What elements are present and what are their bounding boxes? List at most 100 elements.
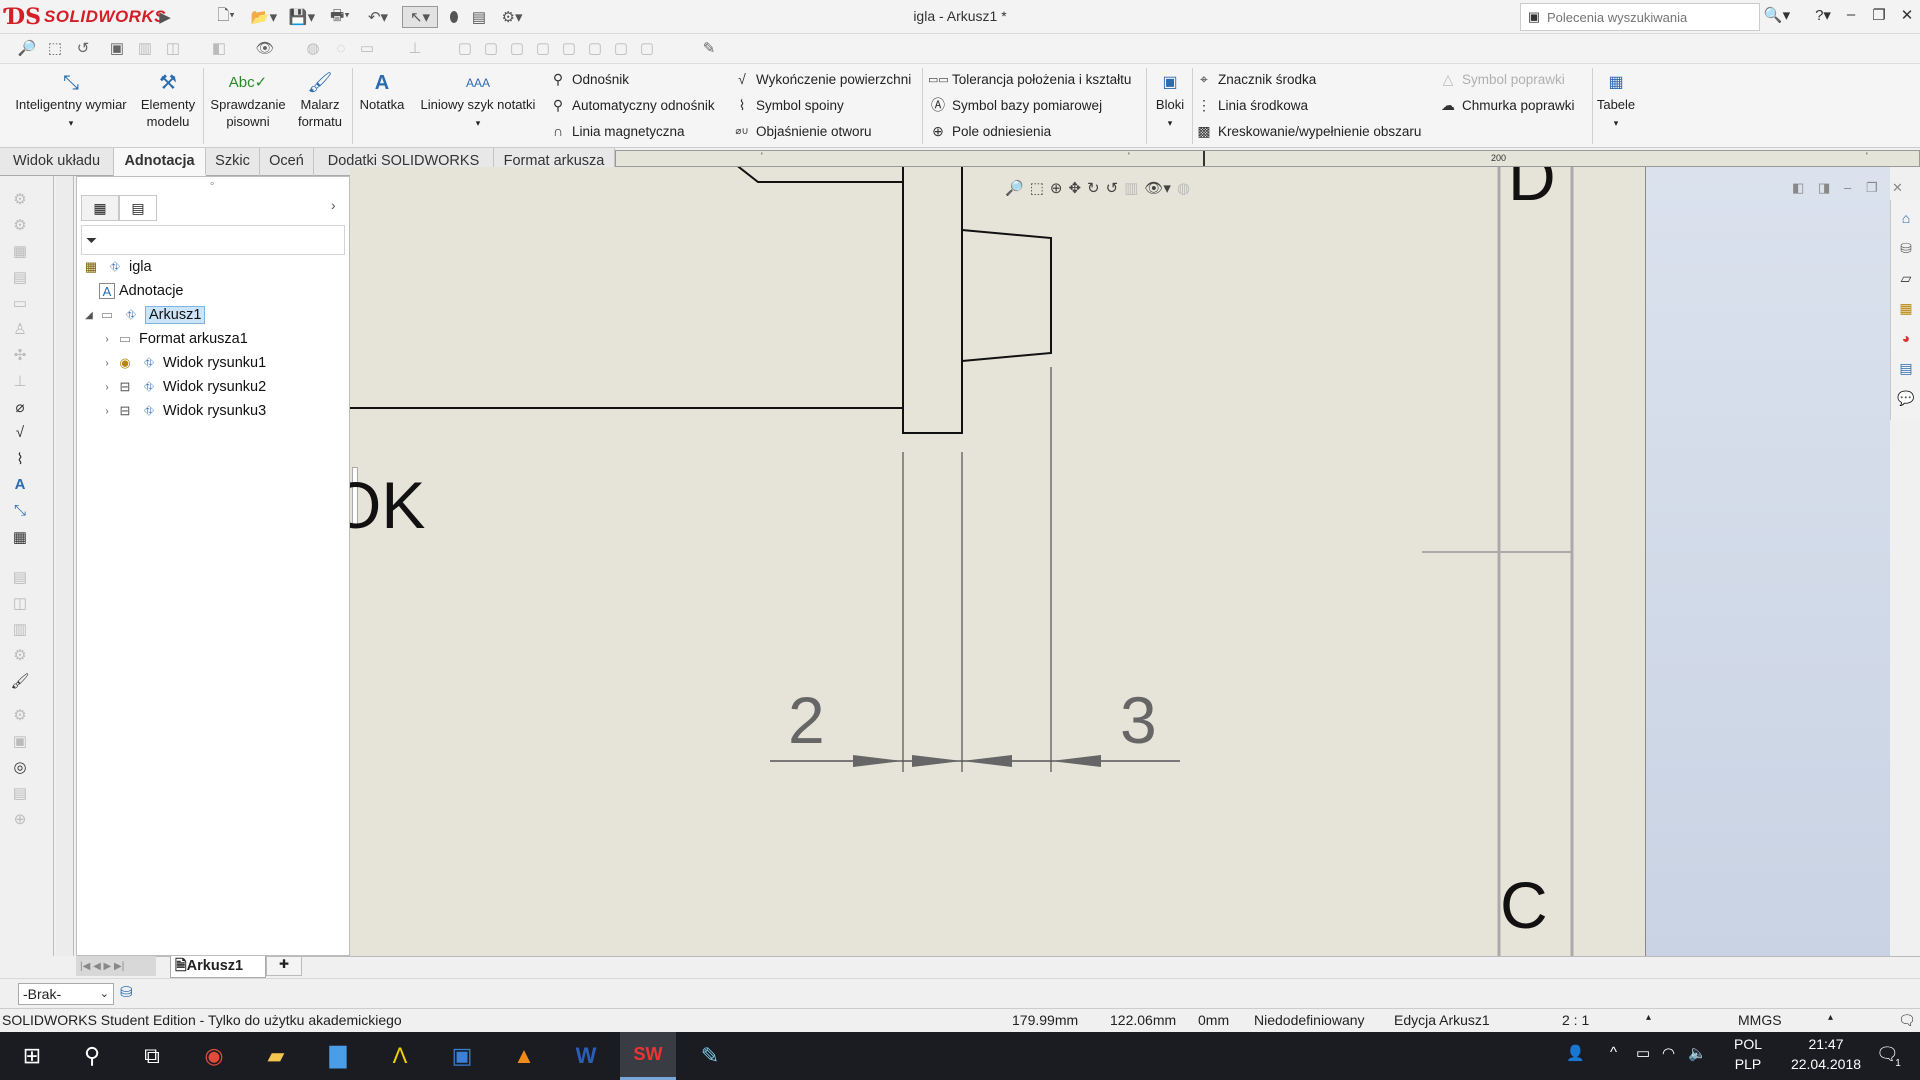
strip-tool-6-icon[interactable]: ♙ <box>8 320 32 342</box>
doc-minimize-icon[interactable]: – <box>1844 180 1851 195</box>
options-gear-icon[interactable]: ⚙▾ <box>494 6 530 28</box>
view-palette-icon[interactable]: ▦ <box>1895 300 1917 322</box>
undo-icon[interactable]: ↶▾ <box>360 6 396 28</box>
tables-button[interactable]: ▦ Tabele ▾ <box>1596 70 1636 132</box>
task-view-icon[interactable]: ⧉ <box>124 1032 180 1080</box>
tree-item-view2[interactable]: › ⊟ ⛗ Widok rysunku2 <box>99 375 266 399</box>
standard-view-8-icon[interactable]: ▢ <box>636 38 658 60</box>
view-tile-icon[interactable]: ◨ <box>1818 180 1830 196</box>
model-items-button[interactable]: ⚒ Elementy modelu <box>140 70 196 130</box>
unit-system[interactable]: MMGS <box>1738 1012 1782 1028</box>
hole-callout-strip-icon[interactable]: ⌀ <box>8 398 32 420</box>
hide-show-items-icon[interactable]: 👁 <box>254 38 276 60</box>
input-language-2[interactable]: PLP <box>1720 1056 1776 1072</box>
standard-view-5-icon[interactable]: ▢ <box>558 38 580 60</box>
area-hatch-button[interactable]: ▩ Kreskowanie/wypełnienie obszaru <box>1194 120 1421 142</box>
strip-tool-16-icon[interactable]: ▤ <box>8 784 32 806</box>
tree-item-sheet1[interactable]: ◢ ▭ ⛗ Arkusz1 <box>81 303 206 327</box>
command-search[interactable]: ▣ <box>1520 3 1760 31</box>
battery-icon[interactable]: ▭ <box>1636 1044 1650 1062</box>
dimension-strip-icon[interactable]: ⤡ <box>8 502 32 524</box>
sheet-tab-arkusz1[interactable]: 🗎Arkusz1 <box>170 956 266 978</box>
forum-icon[interactable]: 💬 <box>1895 390 1917 412</box>
strip-tool-10-icon[interactable]: ◫ <box>8 594 32 616</box>
chevron-down-icon[interactable]: ▾ <box>1168 118 1173 128</box>
search-magnifier-icon[interactable]: 🔍▾ <box>1760 6 1794 28</box>
table-strip-icon[interactable]: ▦ <box>8 528 32 550</box>
camera-view-icon[interactable]: ▣ <box>106 38 128 60</box>
file-explorer-icon[interactable]: ▰ <box>248 1032 304 1080</box>
strip-tool-8-icon[interactable]: ⊥ <box>8 372 32 394</box>
clock-time[interactable]: 21:47 <box>1780 1036 1872 1052</box>
zoom-area-icon[interactable]: ⬚ <box>1030 179 1044 197</box>
close-icon[interactable]: ✕ <box>1894 6 1920 28</box>
standard-view-6-icon[interactable]: ▢ <box>584 38 606 60</box>
menu-expand-arrow-icon[interactable]: ▶ <box>158 6 172 28</box>
format-painter-button[interactable]: 🖌 Malarz formatu <box>292 70 348 130</box>
blocks-button[interactable]: ▣ Bloki ▾ <box>1150 70 1190 132</box>
datum-target-button[interactable]: ⊕ Pole odniesienia <box>928 120 1051 142</box>
tab-annotation[interactable]: Adnotacja <box>114 148 206 176</box>
chrome-icon[interactable]: ◉ <box>186 1032 242 1080</box>
chevron-up-icon[interactable]: ▴ <box>1646 1012 1651 1023</box>
editing-sheet[interactable]: Edycja Arkusz1 <box>1394 1012 1490 1028</box>
note-button[interactable]: A Notatka <box>354 70 410 113</box>
search-icon[interactable]: ⚲ <box>64 1032 120 1080</box>
doc-close-icon[interactable]: ✕ <box>1892 180 1903 196</box>
wifi-icon[interactable]: ◠ <box>1662 1044 1675 1062</box>
help-icon[interactable]: ?▾ <box>1810 6 1836 28</box>
revision-cloud-button[interactable]: ☁ Chmurka poprawki <box>1438 94 1575 116</box>
tree-item-view1[interactable]: › ◉ ⛗ Widok rysunku1 <box>99 351 266 375</box>
property-manager-tab-icon[interactable]: ▤ <box>119 195 157 221</box>
file-properties-icon[interactable]: ▤ <box>468 6 490 28</box>
print-icon[interactable]: 🖶▾ <box>322 6 358 28</box>
expand-arrow-icon[interactable]: › <box>99 406 115 417</box>
dimension-3[interactable]: 3 <box>1120 682 1157 758</box>
hide-show-icon[interactable]: 👁▾ <box>1144 179 1171 197</box>
geometric-tolerance-button[interactable]: ▭▭ Tolerancja położenia i kształtu <box>928 68 1131 90</box>
surface-finish-button[interactable]: √ Wykończenie powierzchni <box>732 68 911 90</box>
app-window-icon[interactable]: ▇ <box>310 1032 366 1080</box>
collapse-arrow-icon[interactable]: ◢ <box>81 310 97 321</box>
sketch-tool-icon[interactable]: ✎ <box>698 38 720 60</box>
open-document-icon[interactable]: 📂▾ <box>246 6 282 28</box>
zoom-area-icon[interactable]: ⬚ <box>44 38 66 60</box>
previous-view-icon[interactable]: ↺ <box>1106 179 1119 197</box>
rebuild-icon[interactable]: ⬮ <box>444 6 464 28</box>
drawing-sheet[interactable]: OK 2 3 D C <box>350 167 1646 956</box>
strip-tool-12-icon[interactable]: ⚙ <box>8 646 32 668</box>
strip-tool-2-icon[interactable]: ⚙ <box>8 216 32 238</box>
balloon-button[interactable]: ⚲ Odnośnik <box>548 68 629 90</box>
status-message-icon[interactable]: 🗨 <box>1898 1012 1916 1029</box>
tab-sketch[interactable]: Szkic <box>206 148 260 176</box>
zoom-to-fit-icon[interactable]: 🔎 <box>1005 179 1024 197</box>
standard-view-1-icon[interactable]: ▢ <box>454 38 476 60</box>
strip-tool-17-icon[interactable]: ⊕ <box>8 810 32 832</box>
sheet-navigation[interactable]: |◀ ◀ ▶ ▶| <box>76 956 156 976</box>
section-view-icon[interactable]: ▥ <box>1124 179 1138 197</box>
home-icon[interactable]: ⌂ <box>1895 210 1917 232</box>
revision-symbol-button[interactable]: △ Symbol poprawki <box>1438 68 1565 90</box>
rotate-icon[interactable]: ↻ <box>1087 179 1100 197</box>
resources-icon[interactable]: ⛁ <box>1895 240 1917 262</box>
datum-feature-button[interactable]: Ⓐ Symbol bazy pomiarowej <box>928 94 1102 116</box>
layer-properties-icon[interactable]: ⛁ <box>120 983 133 1001</box>
new-document-icon[interactable]: 🗋▾ <box>208 6 244 28</box>
pan-icon[interactable]: ✥ <box>1068 179 1081 197</box>
people-icon[interactable]: 👤 <box>1566 1044 1585 1062</box>
feature-tree-tab-icon[interactable]: ▦ <box>81 195 119 221</box>
standard-view-7-icon[interactable]: ▢ <box>610 38 632 60</box>
appearances-icon[interactable]: ◕ <box>1895 330 1917 352</box>
tray-overflow-icon[interactable]: ^ <box>1610 1044 1617 1061</box>
linear-note-pattern-button[interactable]: AAA Liniowy szyk notatki ▾ <box>414 70 542 132</box>
display-style-icon[interactable]: ◧ <box>208 38 230 60</box>
hole-callout-button[interactable]: ⌀∪ Objaśnienie otworu <box>732 120 871 142</box>
view-orientation-icon[interactable]: ◫ <box>162 38 184 60</box>
strip-tool-13-icon[interactable]: ⚙ <box>8 706 32 728</box>
layer-select[interactable]: -Brak- ⌄ <box>18 983 114 1005</box>
tree-item-annotations[interactable]: A Adnotacje <box>99 279 184 303</box>
sheet-text-fragment[interactable]: OK <box>350 467 425 543</box>
zoom-selection-icon[interactable]: ⊕ <box>1050 179 1063 197</box>
tree-root[interactable]: ▦ ⛗ igla <box>81 255 152 279</box>
sheet-nav-arrows-icon[interactable]: |◀ ◀ ▶ ▶| <box>76 961 124 972</box>
